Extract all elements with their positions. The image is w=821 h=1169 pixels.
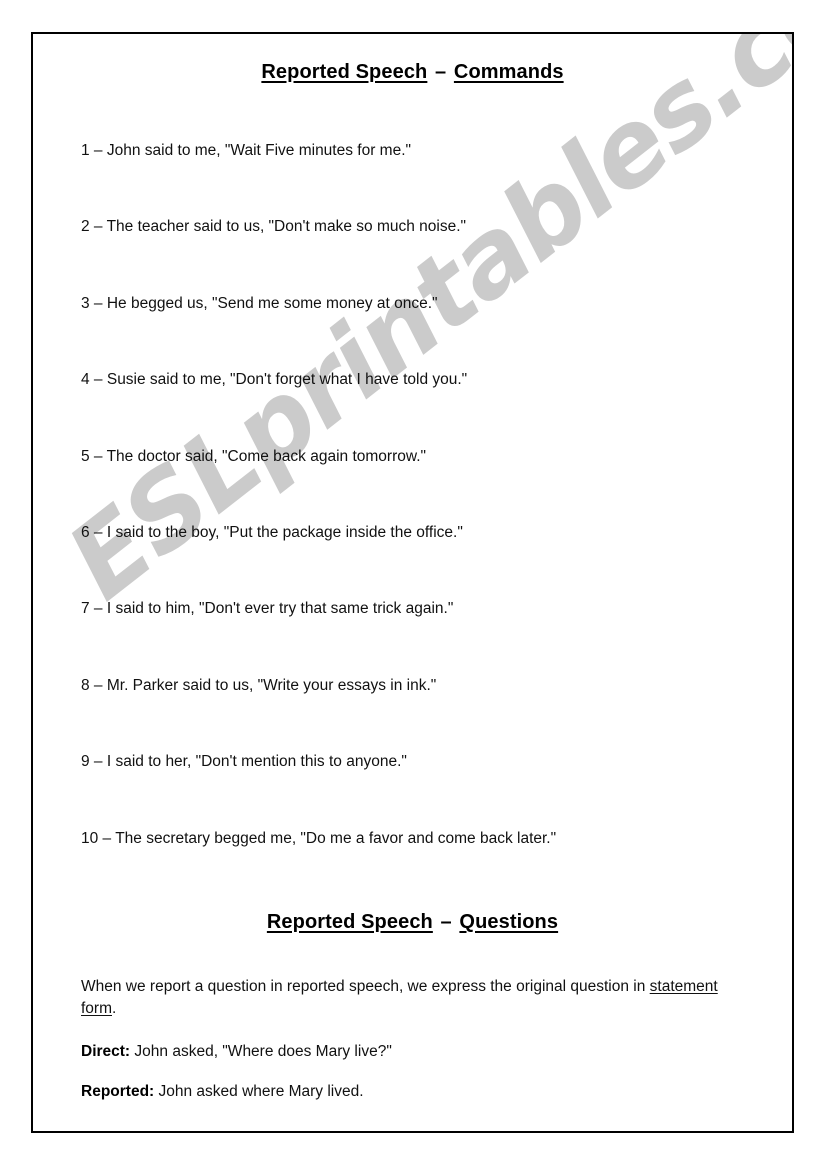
heading-commands-main: Reported Speech	[261, 61, 428, 83]
explanation-intro-after: .	[112, 1000, 117, 1017]
direct-label: Direct:	[81, 1043, 131, 1060]
explanation-intro: When we report a question in reported sp…	[81, 976, 741, 1020]
heading-commands-sub: Commands	[453, 61, 564, 83]
heading-commands-dash: –	[429, 61, 452, 83]
heading-questions-sub: Questions	[459, 911, 559, 933]
exercise-item: 6 – I said to the boy, "Put the package …	[81, 523, 463, 541]
direct-speech-example: Direct: John asked, "Where does Mary liv…	[81, 1041, 741, 1063]
exercise-item: 2 – The teacher said to us, "Don't make …	[81, 218, 467, 236]
heading-reported-speech-commands: Reported Speech – Commands	[33, 61, 792, 84]
exercise-item: 3 – He begged us, "Send me some money at…	[81, 294, 438, 312]
heading-questions-dash: –	[434, 911, 458, 933]
explanation-intro-before: When we report a question in reported sp…	[81, 978, 650, 995]
exercise-item: 4 – Susie said to me, "Don't forget what…	[81, 371, 468, 389]
worksheet-page: ESLprintables.com Reported Speech – Comm…	[31, 32, 794, 1133]
exercise-item: 7 – I said to him, "Don't ever try that …	[81, 600, 454, 618]
reported-speech-example: Reported: John asked where Mary lived.	[81, 1081, 741, 1103]
exercise-item: 10 – The secretary begged me, "Do me a f…	[81, 829, 557, 847]
direct-text: John asked, "Where does Mary live?"	[130, 1043, 392, 1060]
exercise-item: 5 – The doctor said, "Come back again to…	[81, 447, 427, 465]
heading-questions-main: Reported Speech	[266, 911, 433, 933]
exercise-item: 1 – John said to me, "Wait Five minutes …	[81, 142, 412, 159]
heading-reported-speech-questions: Reported Speech – Questions	[33, 911, 792, 934]
exercise-item: 8 – Mr. Parker said to us, "Write your e…	[81, 676, 437, 694]
reported-label: Reported:	[81, 1083, 155, 1100]
exercise-list: 1 – John said to me, "Wait Five minutes …	[81, 141, 761, 905]
reported-text: John asked where Mary lived.	[154, 1083, 364, 1100]
explanation-block: When we report a question in reported sp…	[81, 976, 741, 1121]
exercise-item: 9 – I said to her, "Don't mention this t…	[81, 753, 407, 771]
